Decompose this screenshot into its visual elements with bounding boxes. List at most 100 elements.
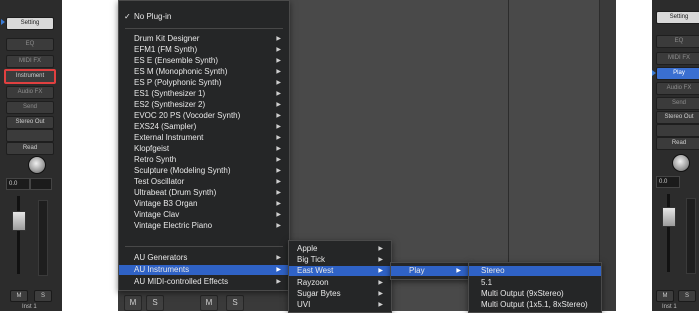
- menu-item-klopfgeist[interactable]: Klopfgeist ▶: [119, 144, 289, 154]
- chevron-right-icon: ▶: [276, 223, 281, 229]
- solo-button[interactable]: S: [34, 290, 52, 302]
- automation-mode-button[interactable]: Read: [6, 142, 54, 155]
- mute-button[interactable]: M: [10, 290, 28, 302]
- menu-item-exs24[interactable]: EXS24 (Sampler) ▶: [119, 122, 289, 132]
- play-output-submenu: Stereo 5.1 Multi Output (9xStereo) Multi…: [468, 262, 602, 313]
- chevron-right-icon: ▶: [276, 201, 281, 207]
- menu-item-es-p[interactable]: ES P (Polyphonic Synth) ▶: [119, 78, 289, 88]
- left-channel-strip: Setting EQ MIDI FX Instrument Audio FX S…: [0, 0, 62, 311]
- menu-item-no-plugin[interactable]: ✓ No Plug-in: [119, 12, 289, 22]
- pan-knob[interactable]: [28, 156, 46, 174]
- chevron-right-icon: ▶: [378, 246, 383, 252]
- menu-item-stereo[interactable]: Stereo: [469, 266, 601, 276]
- volume-fader-track: [667, 194, 670, 272]
- menu-item-es2[interactable]: ES2 (Synthesizer 2) ▶: [119, 100, 289, 110]
- setting-button[interactable]: Setting: [656, 11, 699, 24]
- chevron-right-icon: ▶: [276, 102, 281, 108]
- menu-item-drum-kit-designer[interactable]: Drum Kit Designer ▶: [119, 34, 289, 44]
- chevron-right-icon: ▶: [276, 179, 281, 185]
- pan-knob[interactable]: [672, 154, 690, 172]
- mute-button[interactable]: M: [124, 295, 142, 311]
- chevron-right-icon: ▶: [276, 267, 281, 273]
- menu-item-sugar-bytes[interactable]: Sugar Bytes ▶: [289, 289, 391, 299]
- mute-button[interactable]: M: [656, 290, 674, 302]
- menu-item-evoc-20-ps[interactable]: EVOC 20 PS (Vocoder Synth) ▶: [119, 111, 289, 121]
- menu-item-multi-output-1x51-8x-stereo[interactable]: Multi Output (1x5.1, 8xStereo): [469, 300, 601, 310]
- group-slot[interactable]: [6, 129, 54, 142]
- menu-item-sculpture[interactable]: Sculpture (Modeling Synth) ▶: [119, 166, 289, 176]
- output-selector[interactable]: Stereo Out: [656, 111, 699, 124]
- track-name: Inst 1: [22, 304, 37, 310]
- chevron-right-icon: ▶: [276, 168, 281, 174]
- menu-item-efm1[interactable]: EFM1 (FM Synth) ▶: [119, 45, 289, 55]
- chevron-right-icon: ▶: [378, 257, 383, 263]
- menu-item-es1[interactable]: ES1 (Synthesizer 1) ▶: [119, 89, 289, 99]
- midi-fx-slot[interactable]: MIDI FX: [6, 55, 54, 68]
- menu-item-ultrabeat[interactable]: Ultrabeat (Drum Synth) ▶: [119, 188, 289, 198]
- mute-button[interactable]: M: [200, 295, 218, 311]
- chevron-right-icon: ▶: [276, 146, 281, 152]
- menu-item-east-west[interactable]: East West ▶: [289, 266, 391, 276]
- volume-fader-handle[interactable]: [662, 207, 676, 227]
- menu-item-external-instrument[interactable]: External Instrument ▶: [119, 133, 289, 143]
- chevron-right-icon: ▶: [276, 124, 281, 130]
- solo-button[interactable]: S: [226, 295, 244, 311]
- menu-item-vintage-b3-organ[interactable]: Vintage B3 Organ ▶: [119, 199, 289, 209]
- group-slot[interactable]: [656, 124, 699, 137]
- setting-button[interactable]: Setting: [6, 17, 54, 30]
- chevron-right-icon: ▶: [276, 190, 281, 196]
- menu-item-multi-output-9x-stereo[interactable]: Multi Output (9xStereo): [469, 289, 601, 299]
- volume-fader-handle[interactable]: [12, 211, 26, 231]
- menu-item-apple[interactable]: Apple ▶: [289, 244, 391, 254]
- send-slot[interactable]: Send: [6, 101, 54, 114]
- menu-item-au-instruments[interactable]: AU Instruments ▶: [119, 265, 289, 275]
- au-instruments-submenu: Apple ▶ Big Tick ▶ East West ▶ Rayzoon ▶ Sug…: [288, 240, 392, 313]
- chevron-right-icon: ▶: [276, 69, 281, 75]
- menu-separator: [125, 246, 283, 247]
- menu-item-uvi[interactable]: UVI ▶: [289, 300, 391, 310]
- chevron-right-icon: ▶: [378, 280, 383, 286]
- chevron-right-icon: ▶: [378, 291, 383, 297]
- menu-item-play[interactable]: Play ▶: [391, 266, 469, 276]
- midi-fx-slot[interactable]: MIDI FX: [656, 52, 699, 65]
- menu-separator: [125, 28, 283, 29]
- solo-button[interactable]: S: [678, 290, 696, 302]
- menu-item-au-midi-controlled-effects[interactable]: AU MIDI-controlled Effects ▶: [119, 277, 289, 287]
- menu-item-retro-synth[interactable]: Retro Synth ▶: [119, 155, 289, 165]
- volume-value[interactable]: 0.0: [6, 178, 30, 190]
- automation-mode-button[interactable]: Read: [656, 137, 699, 150]
- menu-item-vintage-electric-piano[interactable]: Vintage Electric Piano ▶: [119, 221, 289, 231]
- volume-fader-track: [17, 196, 20, 274]
- chevron-right-icon: ▶: [276, 135, 281, 141]
- chevron-right-icon: ▶: [276, 91, 281, 97]
- audio-fx-slot[interactable]: Audio FX: [6, 86, 54, 99]
- send-slot[interactable]: Send: [656, 97, 699, 110]
- menu-item-es-e[interactable]: ES E (Ensemble Synth) ▶: [119, 56, 289, 66]
- menu-item-5-1[interactable]: 5.1: [469, 278, 601, 288]
- output-selector[interactable]: Stereo Out: [6, 116, 54, 129]
- menu-item-vintage-clav[interactable]: Vintage Clav ▶: [119, 210, 289, 220]
- instrument-slot[interactable]: Instrument: [4, 69, 56, 84]
- menu-item-test-oscillator[interactable]: Test Oscillator ▶: [119, 177, 289, 187]
- chevron-right-icon: ▶: [276, 58, 281, 64]
- menu-item-au-generators[interactable]: AU Generators ▶: [119, 253, 289, 263]
- menu-item-rayzoon[interactable]: Rayzoon ▶: [289, 278, 391, 288]
- chevron-right-icon: ▶: [276, 212, 281, 218]
- eq-button[interactable]: EQ: [656, 35, 699, 48]
- east-west-submenu: Play ▶: [390, 262, 470, 280]
- level-meter: [686, 198, 696, 274]
- chevron-right-icon: ▶: [456, 268, 461, 274]
- menu-item-es-m[interactable]: ES M (Monophonic Synth) ▶: [119, 67, 289, 77]
- solo-button[interactable]: S: [146, 295, 164, 311]
- checkmark-icon: ✓: [124, 12, 131, 21]
- instrument-slot[interactable]: Play: [656, 67, 699, 80]
- chevron-right-icon: ▶: [276, 157, 281, 163]
- menu-item-big-tick[interactable]: Big Tick ▶: [289, 255, 391, 265]
- chevron-right-icon: ▶: [276, 113, 281, 119]
- eq-button[interactable]: EQ: [6, 38, 54, 51]
- chevron-right-icon: ▶: [276, 279, 281, 285]
- volume-value[interactable]: 0.0: [656, 176, 680, 188]
- audio-fx-slot[interactable]: Audio FX: [656, 82, 699, 95]
- instrument-plugin-menu: ✓ No Plug-in Drum Kit Designer ▶ EFM1 (FM…: [118, 0, 290, 291]
- right-channel-strip: Setting EQ MIDI FX Play Audio FX Send St…: [652, 0, 699, 311]
